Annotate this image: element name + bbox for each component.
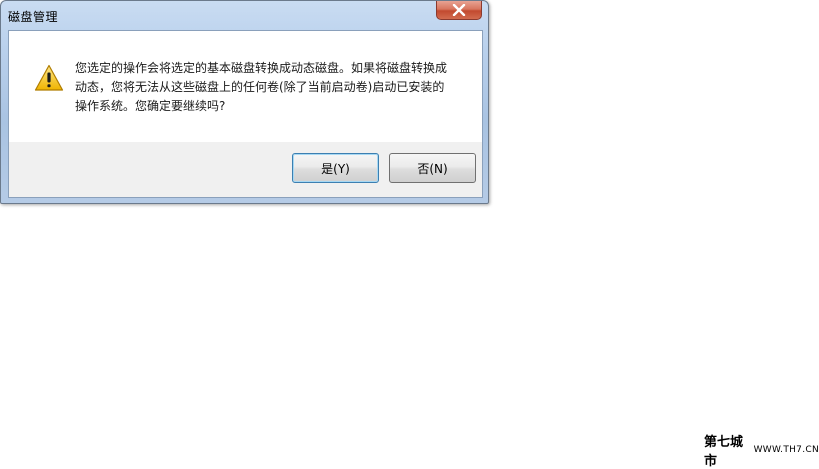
button-bar: 是(Y) 否(N) <box>9 142 482 197</box>
message-text: 您选定的操作会将选定的基本磁盘转换成动态磁盘。如果将磁盘转换成 动态，您将无法从… <box>75 59 465 116</box>
message-area: 您选定的操作会将选定的基本磁盘转换成动态磁盘。如果将磁盘转换成 动态，您将无法从… <box>9 31 482 142</box>
watermark-brand: 第七城市 <box>704 435 744 469</box>
watermark: 第七城市 WWW.TH7.CN <box>704 435 819 469</box>
message-line: 您选定的操作会将选定的基本磁盘转换成动态磁盘。如果将磁盘转换成 <box>75 61 448 75</box>
dialog-window: 磁盘管理 您选定的操作会将选定的基本磁盘转换成动态磁盘。如果将磁盘转换成 动态，… <box>0 0 489 204</box>
yes-button[interactable]: 是(Y) <box>292 153 379 183</box>
message-line: 动态，您将无法从这些磁盘上的任何卷(除了当前启动卷)启动已安装的 <box>75 80 445 94</box>
close-button[interactable] <box>436 1 482 20</box>
close-icon <box>452 4 466 16</box>
window-title: 磁盘管理 <box>8 10 59 24</box>
message-line: 操作系统。您确定要继续吗? <box>75 99 226 113</box>
watermark-url: WWW.TH7.CN <box>753 445 819 455</box>
title-bar[interactable]: 磁盘管理 <box>1 1 488 29</box>
no-button[interactable]: 否(N) <box>389 153 476 183</box>
dialog-client-area: 您选定的操作会将选定的基本磁盘转换成动态磁盘。如果将磁盘转换成 动态，您将无法从… <box>8 30 483 198</box>
warning-icon <box>34 64 64 91</box>
